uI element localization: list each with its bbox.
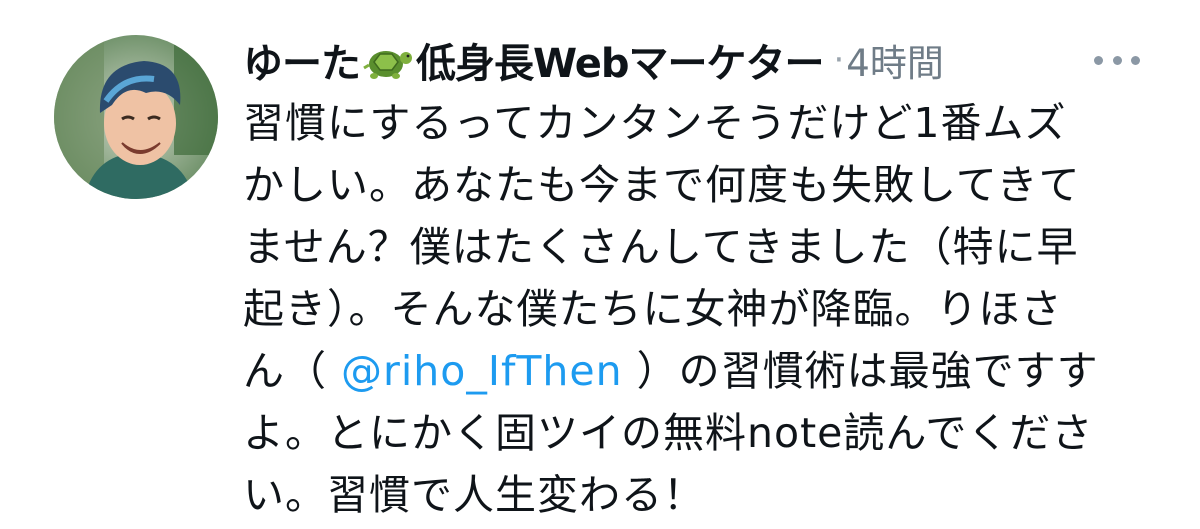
tweet-line: い。習慣で人生変わる！ [243,471,705,519]
timestamp[interactable]: 4時間 [846,33,944,87]
more-dot [1131,55,1140,65]
tweet-line-text: ん（ [243,347,342,395]
tweet-line: 起き）。そんな僕たちに女神が降臨。りほさ [243,285,1063,333]
more-horizontal-icon[interactable] [1094,50,1140,70]
tweet-line: 習慣にするってカンタンそうだけど1番ムズ [243,99,1067,147]
turtle-icon [362,38,414,82]
tweet-text: 習慣にするってカンタンそうだけど1番ムズ かしい。あなたも今まで何度も失敗してき… [243,92,1153,526]
tweet-line: よ。とにかく固ツイの無料note読んでくださ [243,409,1094,457]
author-name-part-1[interactable]: ゆーた [243,31,361,89]
author-name-part-2[interactable]: 低身長Webマーケター [416,31,824,89]
tweet-line-text: ）の習慣術は最強ですす [622,347,1099,395]
tweet-line: ん（ @riho_IfThen ）の習慣術は最強ですす [243,340,1153,402]
tweet-line: ません？僕はたくさんしてきました（特に早 [243,223,1079,271]
separator: · [833,40,845,80]
avatar[interactable] [54,35,218,199]
mention-link[interactable]: @riho_IfThen [341,347,623,395]
author-name[interactable]: ゆーた 低身長Webマーケター [243,31,824,89]
more-dot [1094,55,1103,65]
tweet-header: ゆーた 低身長Webマーケター · 4時間 [243,30,944,90]
more-dot [1112,55,1122,65]
tweet-line: かしい。あなたも今まで何度も失敗してきて [243,161,1081,209]
